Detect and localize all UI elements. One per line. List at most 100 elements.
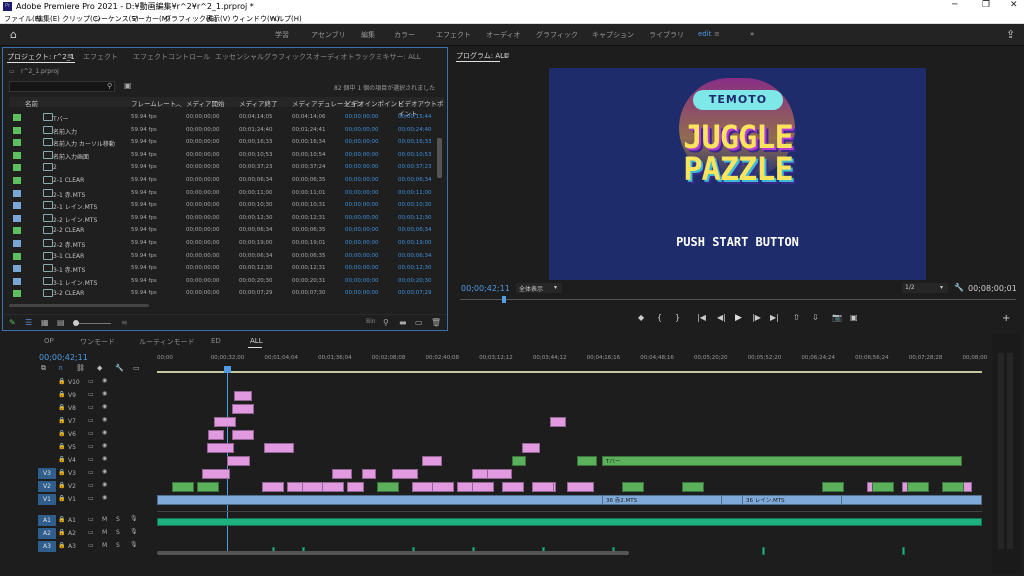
go-to-out-icon[interactable]: ▶| [770, 313, 779, 322]
label-color-swatch[interactable] [13, 177, 21, 184]
video-track-header[interactable]: 🔒 V4 ▭ ◉ [38, 455, 158, 467]
tab-seq-one[interactable]: ワンモード [80, 337, 115, 347]
mark-in-icon[interactable]: { [657, 313, 662, 322]
timeline-clip[interactable] [322, 482, 344, 492]
cell-vout[interactable]: 00;00;19;00 [398, 240, 432, 246]
workspace-effects[interactable]: エフェクト [436, 30, 471, 40]
cell-vin[interactable]: 00;00;00;00 [345, 114, 379, 120]
cell-vin[interactable]: 00;00;00;00 [345, 177, 379, 183]
freeform-view-icon[interactable]: ▤ [57, 318, 65, 327]
timeline-clip[interactable] [208, 430, 224, 440]
new-bin-icon[interactable]: ▬ [399, 318, 407, 327]
audio-source-patch[interactable]: A1 [38, 515, 56, 526]
project-row[interactable]: 2-2 CLEAR 59.94 fps 00;00;00;00 00;00;06;34… [11, 224, 447, 237]
timeline-clip[interactable] [622, 482, 644, 492]
sync-lock-icon[interactable]: ▭ [88, 443, 94, 450]
lock-icon[interactable]: 🔒 [58, 469, 65, 476]
audio-track-header[interactable]: A2 🔒 A2 ▭ M S 🎙 [38, 528, 158, 540]
lock-icon[interactable]: 🔒 [58, 404, 65, 411]
timeline-scrollbar[interactable] [157, 551, 629, 555]
cell-vout[interactable]: 00;00;06;34 [398, 253, 432, 259]
item-name[interactable]: 2-2 赤.MTS [53, 240, 85, 249]
program-menu-icon[interactable]: ≡ [504, 51, 510, 59]
label-color-swatch[interactable] [13, 139, 21, 147]
col-video-in[interactable]: ビデオインポイント [345, 98, 404, 108]
label-color-swatch[interactable] [13, 164, 21, 172]
zoom-slider[interactable] [75, 323, 111, 324]
tab-seq-all[interactable]: ALL [250, 337, 263, 345]
audio-track-header[interactable]: A1 🔒 A1 ▭ M S 🎙 [38, 515, 158, 527]
label-color-swatch[interactable] [13, 277, 21, 285]
tab-effects[interactable]: エフェクト [83, 52, 118, 62]
lock-icon[interactable]: 🔒 [58, 542, 65, 549]
solo-button[interactable]: S [116, 529, 120, 536]
tab-seq-routine[interactable]: ルーティンモード [139, 337, 195, 347]
step-back-icon[interactable]: ◀| [717, 313, 726, 322]
timeline-clip[interactable] [157, 518, 982, 526]
sync-lock-icon[interactable]: ▭ [88, 542, 94, 549]
cell-vout[interactable]: 00;00;15;44 [398, 114, 432, 120]
video-track-header[interactable]: 🔒 V10 ▭ ◉ [38, 377, 158, 389]
sync-lock-icon[interactable]: ▭ [88, 469, 94, 476]
timeline-clip[interactable] [577, 456, 597, 466]
item-name[interactable]: 名前入力画面 [53, 152, 89, 161]
comparison-view-icon[interactable]: ▣ [850, 313, 858, 322]
eye-icon[interactable]: ◉ [102, 468, 107, 475]
program-timecode[interactable]: 00;00;42;11 [461, 284, 510, 293]
item-name[interactable]: 2-1 レイン.MTS [53, 202, 97, 211]
item-name[interactable]: 3-1 レイン.MTS [53, 278, 97, 287]
solo-button[interactable]: S [116, 542, 120, 549]
icon-view-icon[interactable]: ▦ [41, 318, 49, 327]
mark-out-icon[interactable]: } [675, 313, 680, 322]
go-to-in-icon[interactable]: |◀ [697, 313, 706, 322]
col-media-end[interactable]: メディア終了 [239, 98, 278, 108]
cell-vout[interactable]: 00;00;07;29 [398, 290, 432, 296]
project-row[interactable]: Tバー 59.94 fps 00;00;00;00 00;04;14;05 00;04;… [11, 111, 447, 124]
cell-vin[interactable]: 00;00;00;00 [345, 139, 379, 145]
cell-vin[interactable]: 00;00;00;00 [345, 253, 379, 259]
timeline-clip[interactable] [412, 482, 434, 492]
tab-seq-ed[interactable]: ED [211, 337, 221, 345]
cell-vin[interactable]: 00;00;00;00 [345, 164, 379, 170]
timeline-clip[interactable] [264, 443, 294, 453]
microphone-icon[interactable]: 🎙 [130, 528, 138, 535]
label-color-swatch[interactable] [13, 114, 21, 121]
sync-lock-icon[interactable]: ▭ [88, 378, 94, 385]
label-color-swatch[interactable] [13, 151, 21, 159]
video-track-header[interactable]: 🔒 V6 ▭ ◉ [38, 429, 158, 441]
label-color-swatch[interactable] [13, 202, 21, 210]
timeline-clip[interactable] [432, 482, 454, 492]
video-track-header[interactable]: 🔒 V5 ▭ ◉ [38, 442, 158, 454]
tab-program[interactable]: プログラム: ALL [456, 51, 508, 61]
eye-icon[interactable]: ◉ [102, 442, 107, 449]
extract-icon[interactable]: ⇩ [812, 313, 819, 322]
menu-edit[interactable]: 編集(E) [36, 14, 60, 24]
eye-icon[interactable]: ◉ [102, 390, 107, 397]
eye-icon[interactable]: ◉ [102, 494, 107, 501]
lock-icon[interactable]: 🔒 [58, 378, 65, 385]
cell-vin[interactable]: 00;00;00;00 [345, 240, 379, 246]
timeline-playhead-handle[interactable] [224, 366, 231, 373]
item-name[interactable]: 3-1 CLEAR [53, 253, 84, 260]
sync-lock-icon[interactable]: ▭ [88, 529, 94, 536]
cell-vin[interactable]: 00;00;00;00 [345, 190, 379, 196]
wrench-icon[interactable]: 🔧 [954, 283, 964, 292]
label-color-swatch[interactable] [13, 240, 21, 247]
list-scrollbar[interactable] [437, 138, 442, 178]
timeline-clip[interactable] [487, 469, 512, 479]
find-icon[interactable]: ⚲ [383, 318, 389, 327]
cell-vin[interactable]: 00;00;00;00 [345, 202, 379, 208]
project-row[interactable]: 3-1 赤.MTS 59.94 fps 00;00;00;00 00;00;12;30… [11, 262, 447, 275]
work-area-bar[interactable] [157, 371, 982, 373]
timeline-clip[interactable] [214, 417, 236, 427]
menu-help[interactable]: ヘルプ(H) [270, 14, 302, 24]
lock-icon[interactable]: 🔒 [58, 443, 65, 450]
item-name[interactable]: 2-2 CLEAR [53, 227, 84, 234]
timeline-clip[interactable] [567, 482, 594, 492]
timeline-clip[interactable] [532, 482, 554, 492]
cell-vin[interactable]: 00;00;00;00 [345, 227, 379, 233]
add-button-icon[interactable]: + [1002, 313, 1010, 324]
list-view-icon[interactable]: ☰ [25, 318, 32, 327]
mute-button[interactable]: M [102, 516, 107, 523]
timeline-clip[interactable] [762, 547, 765, 555]
